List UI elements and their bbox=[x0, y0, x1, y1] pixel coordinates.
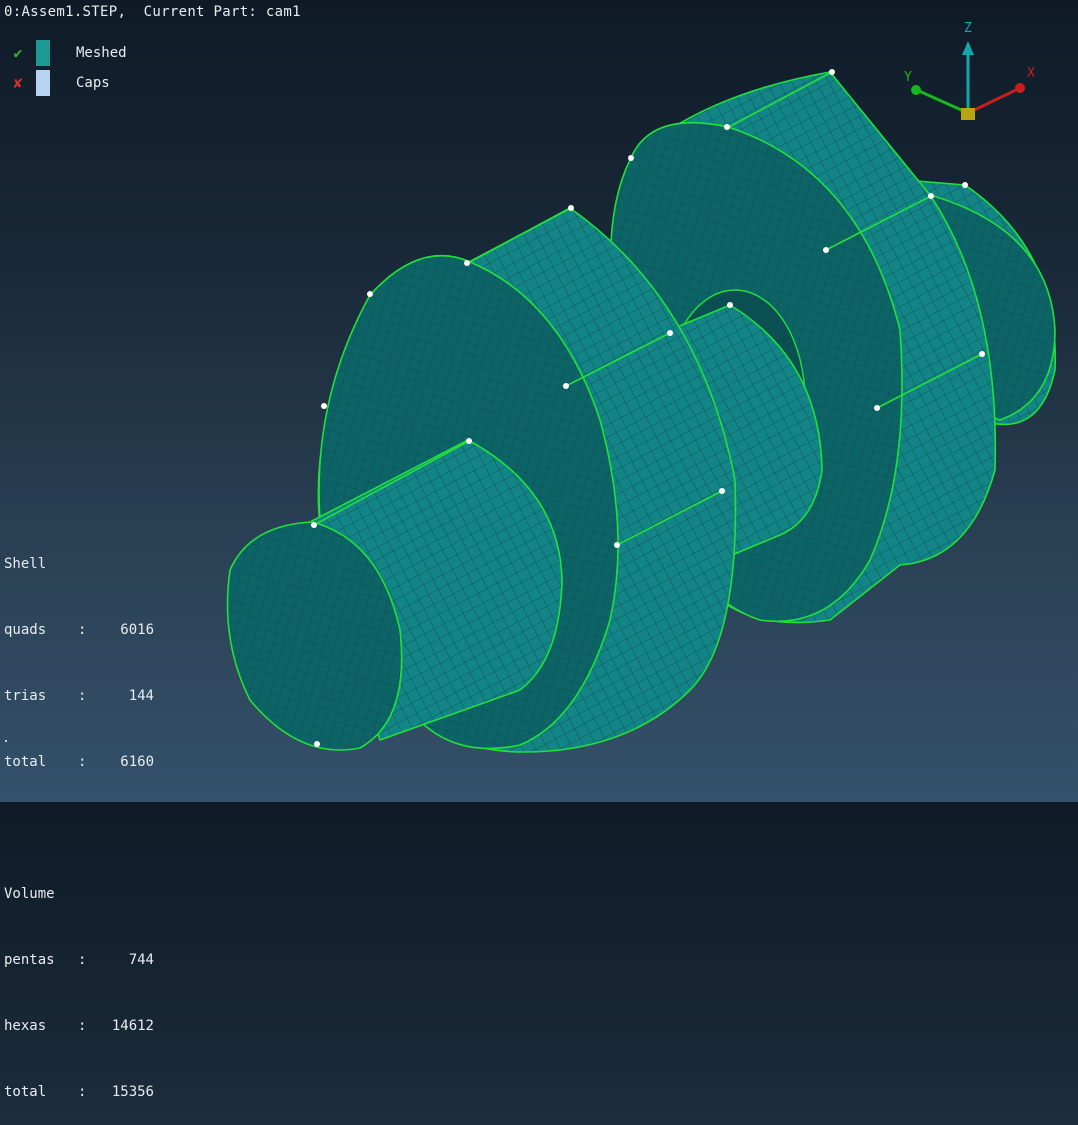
mesh-statistics: Shell quads: 6016 trias: 144 total: 6160 Vo… bbox=[4, 509, 154, 1125]
stat-row: total: 6160 bbox=[4, 751, 154, 773]
legend-item-caps[interactable]: ✘ Caps bbox=[8, 68, 127, 98]
mesh-node-marker bbox=[568, 205, 574, 211]
y-arrow-icon bbox=[911, 85, 921, 95]
axis-triad[interactable]: Z Y X bbox=[890, 15, 1050, 130]
mesh-node-marker bbox=[628, 155, 634, 161]
title-bar: 0:Assem1.STEP, Current Part: cam1 bbox=[4, 4, 301, 20]
mesh-node-marker bbox=[466, 438, 472, 444]
x-arrow-icon bbox=[1015, 83, 1025, 93]
check-icon: ✔ bbox=[13, 44, 23, 62]
shell-heading: Shell bbox=[4, 556, 47, 572]
stat-key: quads bbox=[4, 622, 47, 638]
current-part-name: cam1 bbox=[265, 4, 301, 20]
origin-cube-icon bbox=[961, 108, 975, 120]
legend-label: Caps bbox=[76, 75, 110, 91]
mesh-node-marker bbox=[979, 351, 985, 357]
stat-key: hexas bbox=[4, 1018, 47, 1034]
stat-sep: : bbox=[78, 622, 87, 638]
mesh-node-marker bbox=[314, 741, 320, 747]
stat-sep: : bbox=[78, 754, 87, 770]
stat-value: 14612 bbox=[111, 1018, 154, 1034]
stat-value: 15356 bbox=[111, 1084, 154, 1100]
mesh-node-marker bbox=[874, 405, 880, 411]
stat-row: trias: 144 bbox=[4, 685, 154, 707]
mesh-node-marker bbox=[823, 247, 829, 253]
stat-key: total bbox=[4, 754, 47, 770]
volume-heading: Volume bbox=[4, 886, 55, 902]
mesh-node-marker bbox=[724, 124, 730, 130]
y-axis bbox=[918, 89, 969, 115]
stat-sep: : bbox=[78, 688, 87, 704]
meshed-swatch bbox=[36, 40, 50, 66]
x-axis-label: X bbox=[1027, 66, 1035, 81]
stat-value: 744 bbox=[128, 952, 154, 968]
mesh-node-marker bbox=[962, 182, 968, 188]
mesh-node-marker bbox=[321, 403, 327, 409]
legend-label: Meshed bbox=[76, 45, 127, 61]
stat-value: 144 bbox=[128, 688, 154, 704]
stat-key: pentas bbox=[4, 952, 55, 968]
mesh-node-marker bbox=[829, 69, 835, 75]
stat-sep: : bbox=[78, 952, 87, 968]
stat-key: total bbox=[4, 1084, 47, 1100]
mesh-node-marker bbox=[614, 542, 620, 548]
current-part-label: Current Part: bbox=[143, 4, 258, 20]
legend: ✔ Meshed ✘ Caps bbox=[8, 38, 127, 98]
z-arrow-icon bbox=[962, 41, 974, 55]
x-axis bbox=[967, 87, 1019, 115]
mesh-node-marker bbox=[464, 260, 470, 266]
stat-row: pentas: 744 bbox=[4, 949, 154, 971]
mesh-node-marker bbox=[727, 302, 733, 308]
caps-swatch bbox=[36, 70, 50, 96]
y-axis-label: Y bbox=[904, 70, 912, 85]
stat-value: 6160 bbox=[120, 754, 154, 770]
legend-item-meshed[interactable]: ✔ Meshed bbox=[8, 38, 127, 68]
stat-sep: : bbox=[78, 1018, 87, 1034]
z-axis-label: Z bbox=[964, 21, 972, 36]
status-dot bbox=[5, 740, 7, 742]
mesh-node-marker bbox=[563, 383, 569, 389]
mesh-node-marker bbox=[719, 488, 725, 494]
stat-row: quads: 6016 bbox=[4, 619, 154, 641]
mesh-node-marker bbox=[928, 193, 934, 199]
cross-icon: ✘ bbox=[13, 74, 23, 92]
mesh-node-marker bbox=[367, 291, 373, 297]
stat-key: trias bbox=[4, 688, 47, 704]
stat-value: 6016 bbox=[120, 622, 154, 638]
stat-sep: : bbox=[78, 1084, 87, 1100]
model-name: 0:Assem1.STEP, bbox=[4, 4, 127, 20]
mesh-node-marker bbox=[667, 330, 673, 336]
stat-row: hexas: 14612 bbox=[4, 1015, 154, 1037]
stat-row: total: 15356 bbox=[4, 1081, 154, 1103]
mesh-node-marker bbox=[311, 522, 317, 528]
